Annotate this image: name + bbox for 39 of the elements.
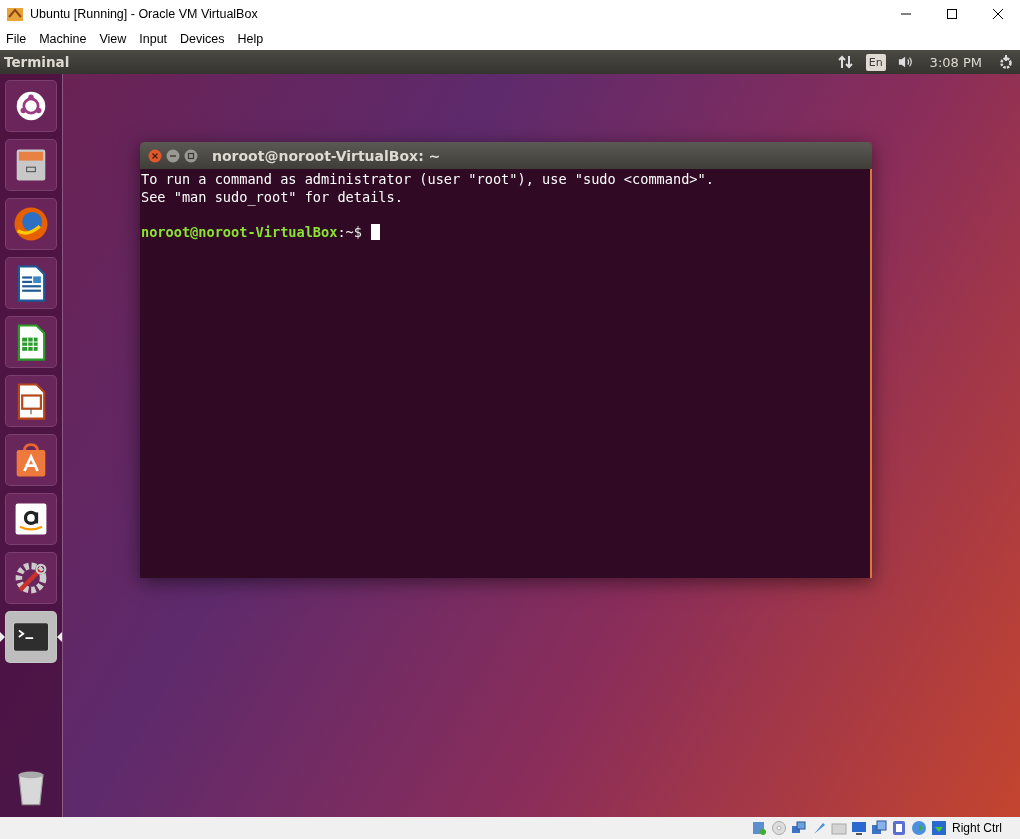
usb-pen-icon[interactable] <box>811 820 827 836</box>
menu-item[interactable]: Input <box>139 31 168 46</box>
menu-item[interactable]: View <box>99 31 127 46</box>
settings-launcher-icon[interactable] <box>5 552 57 604</box>
network-arrows-icon[interactable] <box>837 54 854 70</box>
text-cursor <box>371 224 380 241</box>
impress-launcher-icon[interactable] <box>5 375 57 427</box>
clock[interactable]: 3:08 PM <box>929 54 982 70</box>
network-icon[interactable] <box>791 820 807 836</box>
window-title: Ubuntu [Running] - Oracle VM VirtualBox <box>30 6 258 21</box>
speaker-icon[interactable] <box>897 54 914 70</box>
host-key-label: Right Ctrl <box>952 821 1002 835</box>
close-icon[interactable] <box>992 7 1004 20</box>
calc-launcher-icon[interactable] <box>5 316 57 368</box>
store-launcher-icon[interactable] <box>5 434 57 486</box>
writer-launcher-icon[interactable] <box>5 257 57 309</box>
terminal-title: noroot@noroot-VirtualBox: ~ <box>212 147 441 164</box>
terminal-output-line: To run a command as administrator (user "root"), use "sudo <command>". <box>141 171 715 189</box>
browser-launcher-icon[interactable] <box>5 198 57 250</box>
menu-item[interactable]: Machine <box>39 31 87 46</box>
menu-item[interactable]: Devices <box>180 31 225 46</box>
minimize-icon[interactable] <box>166 148 180 163</box>
menu-item[interactable]: Help <box>237 31 264 46</box>
chip-icon[interactable] <box>891 820 907 836</box>
prompt-user-host: noroot@noroot-VirtualBox <box>141 223 338 241</box>
focus-indicator-icon <box>57 632 62 642</box>
terminal-launcher-icon[interactable] <box>5 611 57 663</box>
menu-item[interactable]: File <box>6 31 27 46</box>
dash-launcher-icon[interactable] <box>5 80 57 132</box>
display-icon[interactable] <box>851 820 867 836</box>
prompt-path: :~$ <box>337 223 362 241</box>
files-launcher-icon[interactable] <box>5 139 57 191</box>
windows-icon[interactable] <box>871 820 887 836</box>
panel-app-title: Terminal <box>4 54 70 70</box>
shop-launcher-icon[interactable] <box>5 493 57 545</box>
terminal-output-line: See "man sudo_root" for details. <box>141 188 404 206</box>
gear-icon[interactable] <box>998 54 1014 70</box>
keyboard-layout-indicator[interactable]: En <box>865 53 886 71</box>
maximize-icon[interactable] <box>946 7 958 20</box>
